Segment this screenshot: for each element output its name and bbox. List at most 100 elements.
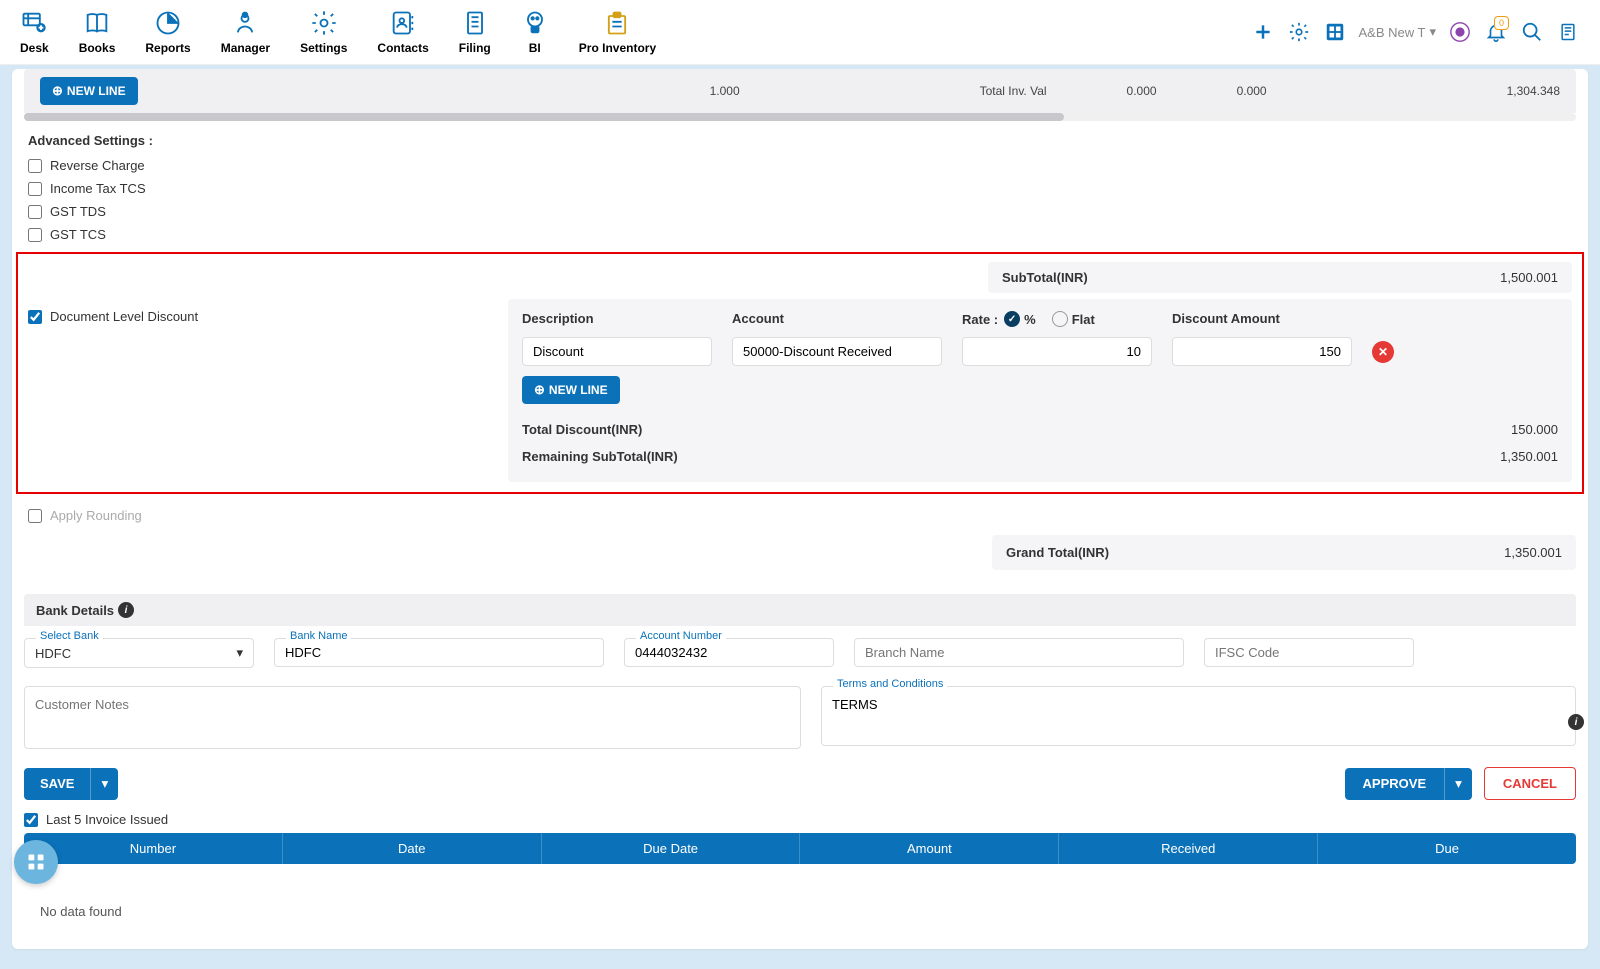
chk-income-tax-tcs[interactable]: Income Tax TCS <box>28 177 1572 200</box>
nav-label: Books <box>79 41 116 55</box>
horizontal-scrollbar[interactable] <box>24 113 1576 121</box>
val3: 1,304.348 <box>1507 84 1560 98</box>
col-amount: Amount <box>800 833 1059 864</box>
pro-inventory-icon <box>603 9 631 37</box>
nav-contacts[interactable]: Contacts <box>377 9 428 55</box>
grand-total-label: Grand Total(INR) <box>1006 545 1109 560</box>
notification-icon[interactable]: 0 <box>1484 20 1508 44</box>
account-number-input[interactable] <box>624 638 834 667</box>
new-line-button[interactable]: NEW LINE <box>40 77 138 105</box>
terms-conditions-input[interactable]: TERMS <box>821 686 1576 746</box>
nav-bi[interactable]: BI <box>521 9 549 55</box>
cancel-button[interactable]: CANCEL <box>1484 767 1576 800</box>
floating-grid-icon[interactable] <box>14 840 58 884</box>
chk-last5-invoice[interactable]: Last 5 Invoice Issued <box>24 812 1576 827</box>
approve-dropdown-button[interactable] <box>1444 768 1472 800</box>
bank-name-label: Bank Name <box>286 630 351 642</box>
top-nav-bar: Desk Books Reports Manager Settings Cont… <box>0 0 1600 65</box>
company-name: A&B New T <box>1359 25 1426 40</box>
save-dropdown-button[interactable] <box>90 768 118 800</box>
calculator-icon[interactable] <box>1323 20 1347 44</box>
bi-icon <box>521 9 549 37</box>
nav-label: Settings <box>300 41 347 55</box>
chk-apply-rounding[interactable]: Apply Rounding <box>28 504 1572 527</box>
chk-reverse-charge[interactable]: Reverse Charge <box>28 154 1572 177</box>
nav-settings[interactable]: Settings <box>300 9 347 55</box>
col-received: Received <box>1059 833 1318 864</box>
branch-name-input[interactable] <box>854 638 1184 667</box>
add-icon[interactable] <box>1251 20 1275 44</box>
terms-label: Terms and Conditions <box>833 678 947 690</box>
select-bank-label: Select Bank <box>36 630 103 642</box>
nav-label: Desk <box>20 41 49 55</box>
customer-notes-input[interactable] <box>24 686 801 749</box>
discount-rate-input[interactable] <box>962 337 1152 366</box>
advanced-settings-title: Advanced Settings : <box>28 133 1572 148</box>
document-level-discount-highlight: SubTotal(INR) 1,500.001 Document Level D… <box>16 252 1584 494</box>
ifsc-code-input[interactable] <box>1204 638 1414 667</box>
qty-total: 1.000 <box>710 84 740 98</box>
discount-amount-input[interactable] <box>1172 337 1352 366</box>
bank-details-title: Bank Details <box>36 603 114 618</box>
grand-total-value: 1,350.001 <box>1504 545 1562 560</box>
search-icon[interactable] <box>1520 20 1544 44</box>
nav-desk[interactable]: Desk <box>20 9 49 55</box>
nav-items: Desk Books Reports Manager Settings Cont… <box>20 9 656 55</box>
bank-details-section: Bank Details i Select BankHDFC Bank Name… <box>24 594 1576 668</box>
radio-percent[interactable] <box>1004 311 1020 327</box>
nav-pro-inventory[interactable]: Pro Inventory <box>579 9 656 55</box>
discount-panel: Description Account Rate : % Flat Discou… <box>508 299 1572 482</box>
nav-label: Filing <box>459 41 491 55</box>
nav-reports[interactable]: Reports <box>145 9 190 55</box>
filing-icon <box>461 9 489 37</box>
subtotal-label: SubTotal(INR) <box>1002 270 1088 285</box>
remove-line-icon[interactable]: ✕ <box>1372 341 1394 363</box>
select-bank-dropdown[interactable]: HDFC <box>24 638 254 668</box>
hdr-rate: Rate : % Flat <box>962 311 1152 327</box>
radio-flat[interactable] <box>1052 311 1068 327</box>
advanced-settings: Advanced Settings : Reverse Charge Incom… <box>12 121 1588 250</box>
company-selector[interactable]: A&B New T <box>1359 24 1436 40</box>
col-due: Due <box>1318 833 1576 864</box>
discount-new-line-button[interactable]: NEW LINE <box>522 376 620 404</box>
nav-filing[interactable]: Filing <box>459 9 491 55</box>
nav-label: Manager <box>221 41 270 55</box>
val2: 0.000 <box>1237 84 1267 98</box>
subtotal-value: 1,500.001 <box>1500 270 1558 285</box>
col-date: Date <box>283 833 542 864</box>
discount-account-input[interactable] <box>732 337 942 366</box>
desk-icon <box>20 9 48 37</box>
grand-total-row: Grand Total(INR) 1,350.001 <box>992 535 1576 570</box>
total-inv-label: Total Inv. Val <box>980 84 1047 98</box>
remaining-subtotal-value: 1,350.001 <box>1500 449 1558 464</box>
chk-gst-tcs[interactable]: GST TCS <box>28 223 1572 246</box>
books-icon <box>83 9 111 37</box>
nav-label: BI <box>529 41 541 55</box>
discount-description-input[interactable] <box>522 337 712 366</box>
info-icon[interactable]: i <box>118 602 134 618</box>
gear-icon[interactable] <box>1287 20 1311 44</box>
val1: 0.000 <box>1127 84 1157 98</box>
total-discount-label: Total Discount(INR) <box>522 422 642 437</box>
line-item-summary-bar: NEW LINE 1.000 Total Inv. Val 0.000 0.00… <box>24 69 1576 113</box>
nav-books[interactable]: Books <box>79 9 116 55</box>
hdr-discount-amount: Discount Amount <box>1172 311 1558 327</box>
contacts-icon <box>389 9 417 37</box>
nav-manager[interactable]: Manager <box>221 9 270 55</box>
reports-icon <box>154 9 182 37</box>
remaining-subtotal-label: Remaining SubTotal(INR) <box>522 449 678 464</box>
last5-section: Last 5 Invoice Issued Number Date Due Da… <box>24 812 1576 929</box>
last5-table-header: Number Date Due Date Amount Received Due <box>24 833 1576 864</box>
chk-gst-tds[interactable]: GST TDS <box>28 200 1572 223</box>
nav-label: Contacts <box>377 41 428 55</box>
nav-label: Reports <box>145 41 190 55</box>
approve-button[interactable]: APPROVE <box>1345 768 1445 800</box>
subtotal-row: SubTotal(INR) 1,500.001 <box>988 262 1572 293</box>
info-icon[interactable]: i <box>1568 714 1584 730</box>
save-button[interactable]: SAVE <box>24 768 90 800</box>
chk-document-level-discount[interactable]: Document Level Discount <box>28 305 508 328</box>
circle-m-icon[interactable] <box>1448 20 1472 44</box>
notes-icon[interactable] <box>1556 20 1580 44</box>
form-content: NEW LINE 1.000 Total Inv. Val 0.000 0.00… <box>12 69 1588 949</box>
bank-name-input[interactable] <box>274 638 604 667</box>
